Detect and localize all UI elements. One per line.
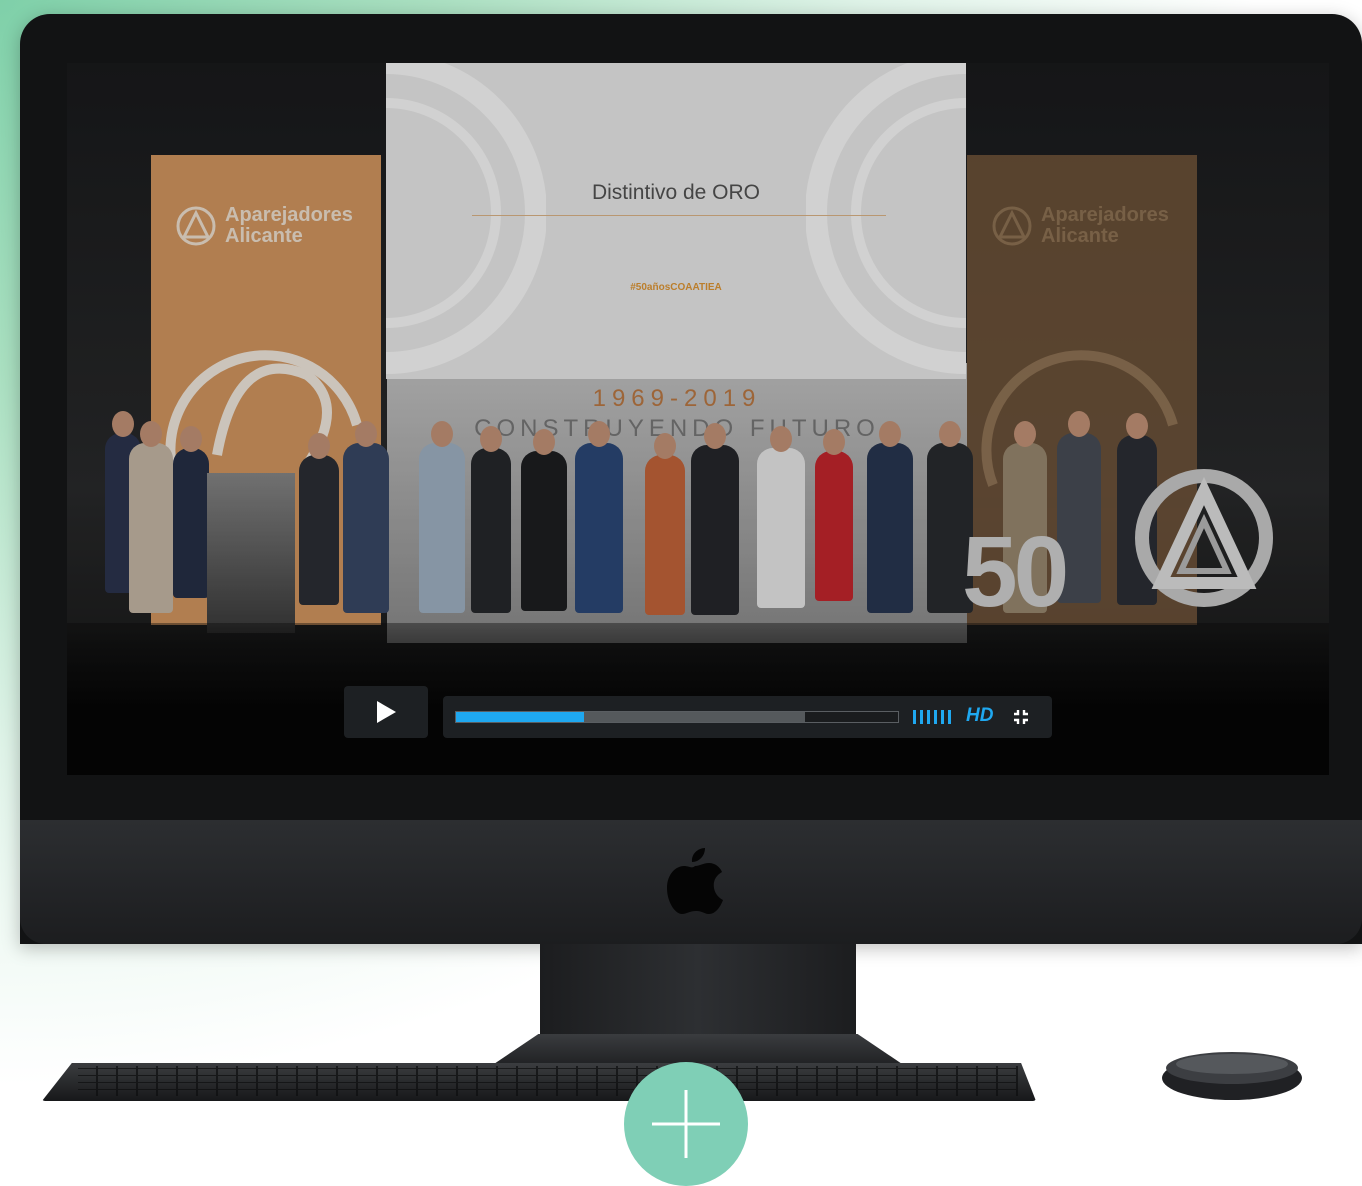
imac-stand (540, 944, 856, 1040)
hd-quality-toggle[interactable]: HD (966, 705, 993, 727)
video-screen[interactable]: Aparejadores Alicante Aparejadores Alica… (67, 63, 1329, 775)
seek-bar[interactable] (455, 711, 899, 723)
plus-icon (652, 1090, 720, 1158)
apple-icon (667, 848, 723, 914)
add-button[interactable] (624, 1062, 748, 1186)
keyboard-keys (78, 1066, 1018, 1096)
video-overlay (67, 63, 1329, 775)
mouse-device (1162, 1052, 1302, 1100)
played-progress (456, 712, 584, 722)
volume-icon[interactable] (913, 710, 957, 724)
play-button[interactable] (344, 686, 428, 738)
video-control-bar: HD (443, 696, 1052, 738)
play-icon (377, 701, 396, 723)
fullscreen-exit-icon[interactable] (1012, 708, 1030, 726)
